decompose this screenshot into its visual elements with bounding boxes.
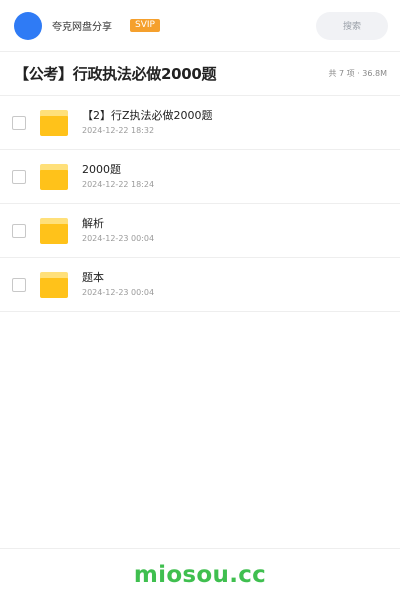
file-info: 解析 2024-12-23 00:04 bbox=[82, 217, 154, 244]
top-bar: 夸克网盘分享 SVIP 搜索 bbox=[0, 0, 400, 52]
file-name[interactable]: 2000题 bbox=[82, 163, 154, 177]
folder-summary: 共 7 项 · 36.8M bbox=[328, 69, 387, 78]
account-name[interactable]: 夸克网盘分享 bbox=[52, 18, 112, 33]
svip-badge: SVIP bbox=[130, 19, 160, 32]
page-title: 【公考】行政执法必做2000题 bbox=[14, 65, 217, 83]
list-item[interactable]: 【2】行Z执法必做2000题 2024-12-22 18:32 bbox=[0, 96, 400, 150]
avatar[interactable] bbox=[14, 11, 42, 40]
file-date: 2024-12-23 00:04 bbox=[82, 234, 155, 243]
file-info: 【2】行Z执法必做2000题 2024-12-22 18:32 bbox=[82, 109, 213, 136]
file-date: 2024-12-22 18:32 bbox=[82, 126, 155, 135]
footer: miosou.cc bbox=[0, 548, 400, 600]
list-item[interactable]: 题本 2024-12-23 00:04 bbox=[0, 258, 400, 312]
search-input[interactable]: 搜索 bbox=[316, 11, 388, 40]
file-info: 2000题 2024-12-22 18:24 bbox=[82, 163, 154, 190]
file-name[interactable]: 解析 bbox=[82, 217, 154, 231]
select-checkbox[interactable] bbox=[12, 277, 26, 292]
list-item[interactable]: 2000题 2024-12-22 18:24 bbox=[0, 150, 400, 204]
file-info: 题本 2024-12-23 00:04 bbox=[82, 271, 154, 298]
file-name[interactable]: 【2】行Z执法必做2000题 bbox=[82, 109, 213, 123]
folder-icon bbox=[40, 217, 68, 244]
select-checkbox[interactable] bbox=[12, 223, 26, 238]
site-watermark: miosou.cc bbox=[133, 561, 267, 588]
folder-icon bbox=[40, 109, 68, 136]
list-item[interactable]: 解析 2024-12-23 00:04 bbox=[0, 204, 400, 258]
file-date: 2024-12-23 00:04 bbox=[82, 288, 155, 297]
select-checkbox[interactable] bbox=[12, 169, 26, 184]
file-list: 【2】行Z执法必做2000题 2024-12-22 18:32 2000题 20… bbox=[0, 96, 400, 312]
file-name[interactable]: 题本 bbox=[82, 271, 154, 285]
folder-icon bbox=[40, 163, 68, 190]
folder-header: 【公考】行政执法必做2000题 共 7 项 · 36.8M bbox=[0, 52, 400, 96]
folder-icon bbox=[40, 271, 68, 298]
select-checkbox[interactable] bbox=[12, 115, 26, 130]
file-date: 2024-12-22 18:24 bbox=[82, 180, 155, 189]
